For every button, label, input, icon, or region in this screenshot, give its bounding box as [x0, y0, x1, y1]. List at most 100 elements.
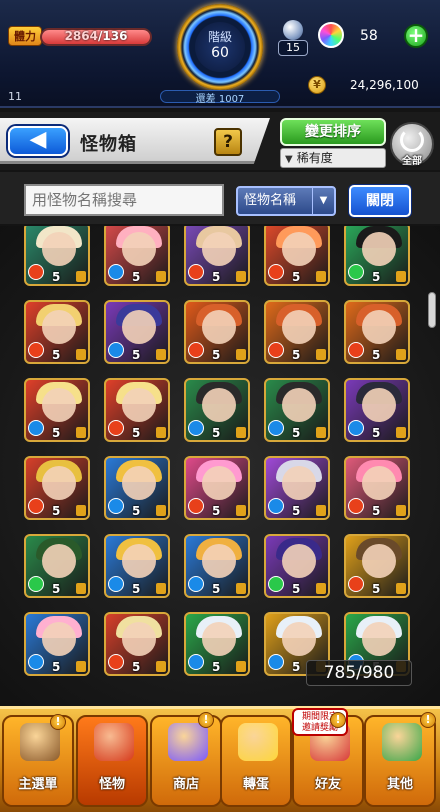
nav-item-monster[interactable]: 怪物 [76, 715, 148, 807]
search-field-selected: 怪物名稱 [244, 193, 297, 208]
lock-icon [316, 271, 326, 282]
box-counter: 785/980 [306, 660, 412, 686]
monster-face [282, 310, 316, 344]
monster-card[interactable]: 5 [104, 456, 170, 520]
nav-item-orb[interactable]: 商店 [150, 715, 222, 807]
monster-level: 5 [52, 582, 61, 596]
lock-icon [76, 583, 86, 594]
lock-icon [316, 505, 326, 516]
monster-card[interactable]: 5 [184, 612, 250, 676]
fire-element-icon [268, 342, 284, 358]
back-button[interactable]: ◀ [8, 126, 68, 156]
monster-card[interactable]: 5 [344, 534, 410, 598]
monster-card[interactable]: 5 [24, 534, 90, 598]
monster-card[interactable]: 5 [104, 300, 170, 364]
monster-card[interactable]: 5 [24, 456, 90, 520]
search-field-select[interactable]: 怪物名稱 ▼ [236, 186, 336, 216]
monster-face [362, 622, 396, 656]
help-button[interactable]: ? [214, 128, 242, 156]
monster-face [362, 544, 396, 578]
status-bar: 體力 2864/136 階級 60 還差 1007 11 15 58 + ¥ 2… [0, 0, 440, 108]
close-search-button[interactable]: 關閉 [349, 185, 411, 217]
lock-icon [236, 427, 246, 438]
rank-ring[interactable]: 階級 60 [177, 4, 263, 90]
monster-card[interactable]: 5 [344, 456, 410, 520]
monster-card[interactable]: 5 [264, 534, 330, 598]
monster-card[interactable]: 5 [184, 456, 250, 520]
monster-card[interactable]: 5 [184, 378, 250, 442]
fire-element-icon [28, 498, 44, 514]
monster-card[interactable]: 5 [24, 226, 90, 286]
lock-icon [156, 427, 166, 438]
lock-icon [236, 661, 246, 672]
monster-face [42, 310, 76, 344]
lock-icon [156, 349, 166, 360]
monster-card[interactable]: 5 [264, 456, 330, 520]
monster-card[interactable]: 5 [104, 612, 170, 676]
monster-card[interactable]: 5 [184, 300, 250, 364]
nav-item-question[interactable]: 其他 [364, 715, 436, 807]
monster-level: 5 [372, 426, 381, 440]
monster-level: 5 [292, 504, 301, 518]
chevron-down-icon: ▼ [312, 188, 334, 214]
rank-badge: 階級 60 [195, 22, 245, 72]
monster-face [282, 544, 316, 578]
lock-icon [396, 349, 406, 360]
lock-icon [236, 505, 246, 516]
stamina-current: 2864 [64, 29, 98, 43]
nav-label: 好友 [314, 777, 341, 792]
monster-card[interactable]: 5 [344, 226, 410, 286]
monster-card[interactable]: 5 [264, 300, 330, 364]
monster-card[interactable]: 5 [104, 226, 170, 286]
water-element-icon [188, 420, 204, 436]
egg-shell-icon [283, 20, 303, 40]
sort-order-select[interactable]: ▼ 稀有度 [280, 148, 386, 168]
monster-card[interactable]: 5 [24, 378, 90, 442]
monster-card[interactable]: 5 [104, 378, 170, 442]
lock-icon [396, 583, 406, 594]
water-element-icon [108, 264, 124, 280]
monster-face [282, 388, 316, 422]
search-input[interactable] [24, 184, 224, 216]
show-all-button[interactable]: 全部 [390, 122, 434, 167]
fire-element-icon [108, 420, 124, 436]
monster-card[interactable]: 5 [184, 226, 250, 286]
nav-item-house[interactable]: 主選單 [2, 715, 74, 807]
lock-icon [156, 661, 166, 672]
fire-element-icon [268, 264, 284, 280]
bottom-nav: 主選單 怪物 商店 轉蛋 好友 其他 [0, 706, 440, 812]
monster-level: 5 [52, 270, 61, 284]
monster-face [122, 232, 156, 266]
monster-card[interactable]: 5 [264, 226, 330, 286]
monster-card[interactable]: 5 [184, 534, 250, 598]
show-all-label: 全部 [402, 156, 422, 167]
monster-card[interactable]: 5 [24, 612, 90, 676]
lock-icon [316, 349, 326, 360]
monster-box[interactable]: 555555555555555555555555555555 [0, 226, 440, 710]
monster-card[interactable]: 5 [264, 378, 330, 442]
monster-card[interactable]: 5 [104, 534, 170, 598]
monster-level: 5 [132, 270, 141, 284]
notification-badge: ! [420, 712, 436, 728]
sort-selected: 稀有度 [296, 151, 333, 165]
monster-card[interactable]: 5 [344, 378, 410, 442]
egg-icon[interactable]: 15 [276, 20, 310, 56]
water-element-icon [188, 654, 204, 670]
notification-badge: ! [198, 712, 214, 728]
lock-icon [236, 271, 246, 282]
monster-face [282, 232, 316, 266]
nav-label: 主選單 [18, 777, 58, 792]
fire-element-icon [348, 498, 364, 514]
monster-card[interactable]: 5 [24, 300, 90, 364]
monster-level: 5 [132, 504, 141, 518]
change-sort-button[interactable]: 變更排序 [280, 118, 386, 146]
lock-icon [156, 505, 166, 516]
monster-level: 5 [292, 270, 301, 284]
monster-face [122, 388, 156, 422]
nav-item-egg[interactable]: 轉蛋 [220, 715, 292, 807]
orb-icon [318, 22, 344, 48]
monster-level: 5 [52, 660, 61, 674]
monster-card[interactable]: 5 [344, 300, 410, 364]
buy-orbs-button[interactable]: + [404, 24, 428, 48]
scrollbar-thumb[interactable] [428, 292, 436, 328]
